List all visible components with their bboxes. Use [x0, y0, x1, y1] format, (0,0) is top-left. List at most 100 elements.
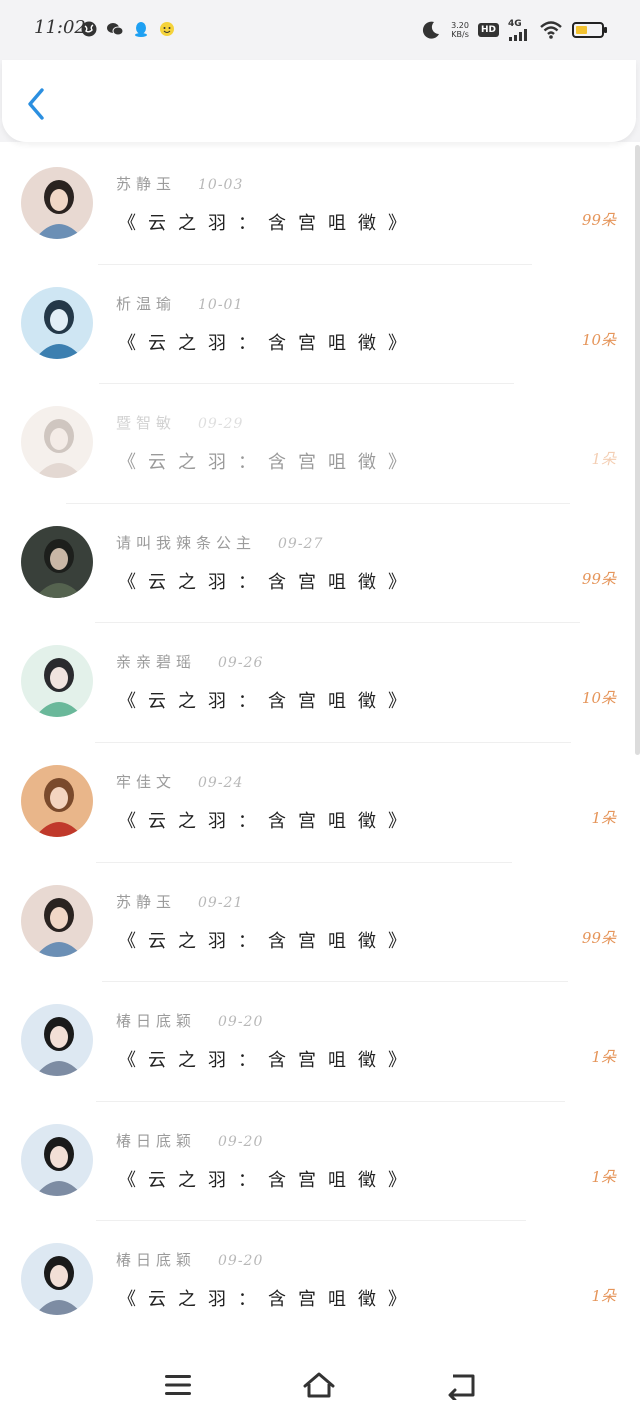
sender-name: 椿日底颖: [116, 1131, 197, 1150]
drama-title: 《云之羽：含宫咀徵》: [118, 213, 418, 234]
message-date: 09-20: [218, 1133, 264, 1150]
avatar[interactable]: [21, 1004, 93, 1077]
message-date: 10-01: [198, 296, 244, 313]
sender-name: 牢佳文: [116, 772, 177, 791]
flower-count: 1朵: [591, 1167, 616, 1186]
list-item[interactable]: 牢佳文 09-24 《云之羽：含宫咀徵》 1朵: [0, 743, 640, 863]
list-item[interactable]: 请叫我辣条公主 09-27 《云之羽：含宫咀徵》 99朵: [0, 504, 640, 624]
scrollbar[interactable]: [635, 145, 640, 755]
drama-title: 《云之羽：含宫咀徵》: [118, 452, 418, 474]
avatar-image: [21, 1243, 93, 1316]
list-item[interactable]: 苏静玉 10-03 《云之羽：含宫咀徵》 99朵: [0, 145, 640, 265]
avatar[interactable]: [21, 525, 93, 598]
avatar[interactable]: [21, 1123, 93, 1196]
status-indicators: 3.20 KB/s HD 4G: [420, 16, 607, 44]
row-meta: 椿日底颖 09-20: [116, 1010, 263, 1031]
drama-title: 《云之羽：含宫咀徵》: [118, 1050, 418, 1072]
avatar-image: [21, 1004, 93, 1077]
drama-title: 《云之羽：含宫咀徵》: [118, 1289, 418, 1311]
avatar[interactable]: [21, 286, 93, 359]
qq-icon: [135, 22, 147, 37]
sender-name: 苏静玉: [116, 175, 177, 193]
navigation-bar: [0, 1340, 640, 1427]
avatar-image: [21, 884, 93, 957]
moon-icon: [423, 21, 440, 39]
row-meta: 亲亲碧瑶 09-26: [116, 651, 263, 672]
gift-record-list: 苏静玉 10-03 《云之羽：含宫咀徵》 99朵析温瑜 10-01 《云之羽：含宫咀徵》 1…: [0, 145, 640, 1341]
message-date: 09-26: [218, 655, 264, 672]
row-meta: 苏静玉 09-21: [116, 891, 243, 912]
avatar[interactable]: [21, 645, 93, 718]
flower-count: 10朵: [581, 330, 616, 349]
home-icon[interactable]: [302, 1370, 336, 1400]
avatar-image: [21, 167, 93, 239]
back-icon[interactable]: [445, 1370, 479, 1400]
avatar-image: [21, 645, 93, 718]
list-item[interactable]: 暨智敏 09-29 《云之羽：含宫咀徵》 1朵: [0, 384, 640, 504]
flower-count: 1朵: [591, 1048, 616, 1067]
signal-bars-icon: [509, 28, 527, 41]
sender-name: 暨智敏: [116, 414, 177, 433]
avatar-image: [21, 406, 93, 479]
message-date: 09-29: [198, 416, 244, 433]
flower-count: 1朵: [591, 1287, 616, 1306]
drama-title: 《云之羽：含宫咀徵》: [118, 930, 418, 952]
sender-name: 椿日底颖: [116, 1251, 197, 1270]
list-item[interactable]: 苏静玉 09-21 《云之羽：含宫咀徵》 99朵: [0, 863, 640, 983]
message-date: 09-27: [278, 535, 324, 552]
avatar[interactable]: [21, 764, 93, 837]
avatar[interactable]: [21, 884, 93, 957]
hd-badge: HD: [477, 23, 499, 37]
sender-name: 亲亲碧瑶: [116, 653, 197, 672]
avatar[interactable]: [21, 406, 93, 479]
sender-name: 析温瑜: [116, 294, 177, 313]
list-item[interactable]: 椿日底颖 09-20 《云之羽：含宫咀徵》 1朵: [0, 1102, 640, 1222]
avatar-image: [21, 525, 93, 598]
row-meta: 椿日底颖 09-20: [116, 1130, 263, 1151]
status-app-icons: [80, 20, 176, 38]
avatar-image: [21, 286, 93, 359]
drama-title: 《云之羽：含宫咀徵》: [118, 810, 418, 832]
avatar[interactable]: [21, 1243, 93, 1316]
header: [0, 60, 640, 142]
list-item[interactable]: 析温瑜 10-01 《云之羽：含宫咀徵》 10朵: [0, 265, 640, 385]
row-meta: 请叫我辣条公主 09-27: [116, 532, 323, 553]
message-date: 09-20: [218, 1253, 264, 1270]
drama-title: 《云之羽：含宫咀徵》: [118, 571, 418, 593]
list-item[interactable]: 椿日底颖 09-20 《云之羽：含宫咀徵》 1朵: [0, 1221, 640, 1341]
drama-title: 《云之羽：含宫咀徵》: [118, 1169, 418, 1191]
net-speed: 3.20 KB/s: [451, 21, 469, 39]
avatar[interactable]: [21, 167, 93, 239]
menu-icon[interactable]: [161, 1370, 195, 1400]
list-item[interactable]: 亲亲碧瑶 09-26 《云之羽：含宫咀徵》 10朵: [0, 623, 640, 743]
sender-name: 椿日底颖: [116, 1012, 197, 1031]
battery-icon: [572, 22, 607, 38]
flower-count: 99朵: [581, 569, 616, 588]
flower-count: 99朵: [581, 928, 616, 947]
header-card: [2, 60, 636, 142]
flower-count: 10朵: [581, 689, 616, 708]
row-meta: 牢佳文 09-24: [116, 771, 243, 792]
chevron-left-icon[interactable]: [22, 86, 52, 122]
drama-title: 《云之羽：含宫咀徵》: [118, 332, 418, 354]
row-meta: 析温瑜 10-01: [116, 293, 243, 314]
wifi-icon: [540, 21, 562, 39]
sender-name: 苏静玉: [116, 892, 177, 911]
message-date: 09-24: [198, 774, 244, 791]
cellular-signal: 4G: [508, 19, 530, 41]
sender-name: 请叫我辣条公主: [116, 533, 257, 552]
wechat-icon: [107, 23, 124, 36]
status-bar: 11:02 3.20 KB/s HD 4G: [0, 0, 640, 60]
row-meta: 暨智敏 09-29: [116, 412, 243, 433]
list-item[interactable]: 椿日底颖 09-20 《云之羽：含宫咀徵》 1朵: [0, 982, 640, 1102]
message-date: 09-20: [218, 1014, 264, 1031]
emoji-app-icon: [160, 22, 174, 36]
message-date: 09-21: [198, 894, 244, 911]
flower-count: 1朵: [591, 808, 616, 827]
status-time: 11:02: [34, 17, 86, 38]
row-meta: 椿日底颖 09-20: [116, 1249, 263, 1270]
avatar-image: [21, 1123, 93, 1196]
avatar-image: [21, 764, 93, 837]
flower-count: 1朵: [591, 450, 616, 469]
globe-icon: [81, 21, 97, 37]
